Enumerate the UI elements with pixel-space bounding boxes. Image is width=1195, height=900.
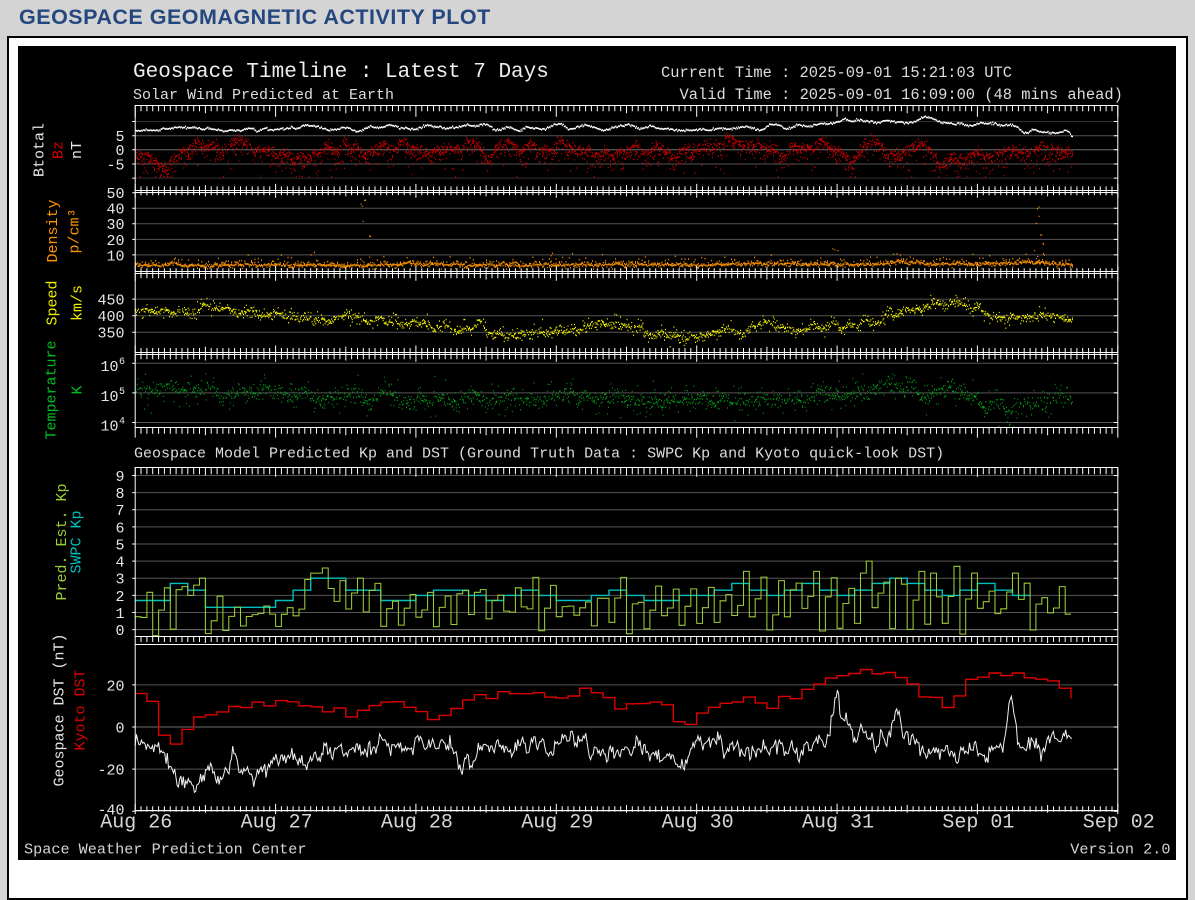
svg-text:30: 30 bbox=[106, 217, 124, 234]
svg-text:7: 7 bbox=[115, 503, 124, 520]
svg-text:Sep 01: Sep 01 bbox=[942, 812, 1014, 835]
svg-text:Density: Density bbox=[45, 199, 62, 262]
svg-text:20: 20 bbox=[106, 678, 124, 695]
svg-text:Aug 26: Aug 26 bbox=[100, 812, 172, 835]
svg-text:p/cm³: p/cm³ bbox=[67, 208, 84, 253]
svg-text:2: 2 bbox=[115, 589, 124, 606]
svg-text:Aug 30: Aug 30 bbox=[662, 812, 734, 835]
svg-text:6: 6 bbox=[119, 357, 125, 368]
svg-text:10: 10 bbox=[100, 389, 118, 406]
svg-text:Geospace Timeline : Latest 7 D: Geospace Timeline : Latest 7 Days bbox=[133, 61, 549, 84]
svg-text:Space Weather Prediction Cente: Space Weather Prediction Center bbox=[24, 841, 307, 859]
svg-text:Aug 29: Aug 29 bbox=[521, 812, 593, 835]
svg-text:350: 350 bbox=[97, 326, 124, 343]
svg-text:6: 6 bbox=[115, 520, 124, 537]
svg-text:Speed: Speed bbox=[45, 280, 62, 325]
svg-text:8: 8 bbox=[115, 486, 124, 503]
svg-text:Sep 02: Sep 02 bbox=[1083, 812, 1155, 835]
svg-text:9: 9 bbox=[115, 469, 124, 486]
svg-text:K: K bbox=[70, 385, 87, 394]
svg-text:SWPC Kp: SWPC Kp bbox=[69, 510, 86, 573]
svg-text:Btotal: Btotal bbox=[32, 123, 49, 177]
svg-text:400: 400 bbox=[97, 309, 124, 326]
svg-text:0: 0 bbox=[115, 720, 124, 737]
svg-text:nT: nT bbox=[69, 141, 86, 159]
svg-text:-5: -5 bbox=[106, 157, 124, 174]
svg-text:450: 450 bbox=[97, 293, 124, 310]
svg-text:Kyoto DST: Kyoto DST bbox=[73, 669, 90, 750]
svg-text:Geospace Model Predicted Kp an: Geospace Model Predicted Kp and DST (Gro… bbox=[134, 446, 944, 463]
svg-text:Temperature: Temperature bbox=[44, 340, 61, 439]
svg-text:50: 50 bbox=[106, 186, 124, 203]
svg-text:10: 10 bbox=[106, 248, 124, 265]
svg-text:-20: -20 bbox=[97, 763, 124, 780]
svg-text:Valid Time : 2025-09-01 16:09:: Valid Time : 2025-09-01 16:09:00 (48 min… bbox=[680, 86, 1123, 104]
svg-text:5: 5 bbox=[119, 387, 125, 398]
svg-text:1: 1 bbox=[115, 606, 124, 623]
svg-text:Aug 31: Aug 31 bbox=[802, 812, 874, 835]
svg-text:Version 2.0: Version 2.0 bbox=[1070, 841, 1170, 859]
svg-text:Current Time : 2025-09-01 15:2: Current Time : 2025-09-01 15:21:03 UTC bbox=[661, 64, 1012, 82]
svg-text:0: 0 bbox=[115, 623, 124, 640]
svg-text:Bz: Bz bbox=[51, 141, 68, 159]
svg-text:40: 40 bbox=[106, 202, 124, 219]
svg-text:Aug 28: Aug 28 bbox=[381, 812, 453, 835]
svg-text:Solar Wind Predicted at Earth: Solar Wind Predicted at Earth bbox=[133, 87, 394, 104]
svg-text:4: 4 bbox=[115, 555, 124, 572]
svg-text:km/s: km/s bbox=[70, 285, 87, 321]
svg-text:10: 10 bbox=[100, 419, 118, 436]
svg-text:3: 3 bbox=[115, 572, 124, 589]
svg-text:10: 10 bbox=[100, 359, 118, 376]
svg-text:Geospace DST (nT): Geospace DST (nT) bbox=[52, 633, 69, 786]
svg-text:5: 5 bbox=[115, 537, 124, 554]
svg-text:4: 4 bbox=[119, 417, 125, 428]
svg-text:Aug 27: Aug 27 bbox=[241, 812, 313, 835]
svg-text:20: 20 bbox=[106, 233, 124, 250]
